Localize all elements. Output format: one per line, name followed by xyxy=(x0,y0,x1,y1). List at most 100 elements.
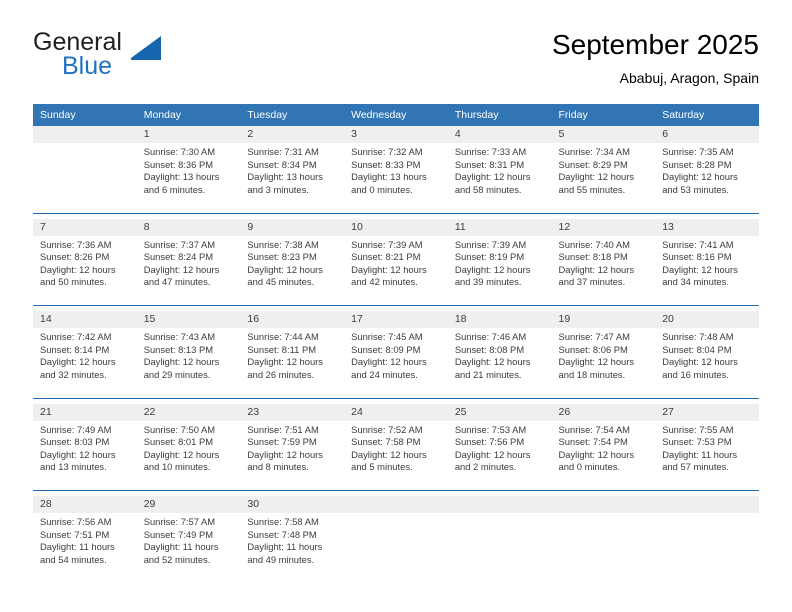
general-blue-logo[interactable]: General Blue xyxy=(33,28,253,88)
day-number[interactable]: 9 xyxy=(240,218,345,236)
day-number[interactable]: 23 xyxy=(240,403,345,421)
daylight-text-line1: Daylight: 13 hours xyxy=(351,171,427,183)
day-cell[interactable]: Sunrise: 7:52 AM Sunset: 7:58 PM Daylight:… xyxy=(344,420,448,491)
day-cell[interactable]: Sunrise: 7:33 AM Sunset: 8:31 PM Daylight:… xyxy=(447,143,552,213)
sunset-text: Sunset: 7:48 PM xyxy=(247,528,317,540)
day-number[interactable]: 3 xyxy=(344,126,448,143)
day-cell[interactable]: Sunrise: 7:51 AM Sunset: 7:59 PM Daylight:… xyxy=(240,420,345,491)
day-number[interactable]: 25 xyxy=(447,403,552,421)
day-cell[interactable]: Sunrise: 7:45 AM Sunset: 8:09 PM Daylight:… xyxy=(344,328,448,398)
day-number[interactable]: 18 xyxy=(447,311,552,328)
day-cell[interactable]: Sunrise: 7:40 AM Sunset: 8:18 PM Daylight:… xyxy=(551,235,656,306)
sunrise-text: Sunrise: 7:38 AM xyxy=(247,238,319,250)
sunrise-text: Sunrise: 7:39 AM xyxy=(351,238,423,250)
sunset-text: Sunset: 8:16 PM xyxy=(662,251,732,263)
day-number[interactable]: 21 xyxy=(33,403,137,421)
day-number[interactable]: 8 xyxy=(136,218,241,236)
day-cell[interactable]: Sunrise: 7:58 AM Sunset: 7:48 PM Daylight:… xyxy=(240,513,345,583)
day-cell[interactable]: Sunrise: 7:36 AM Sunset: 8:26 PM Daylight:… xyxy=(33,235,137,306)
day-number[interactable]: 28 xyxy=(33,496,137,513)
title-block: September 2025 Ababuj, Aragon, Spain xyxy=(552,28,759,88)
day-cell-empty xyxy=(655,513,759,583)
day-number[interactable]: 24 xyxy=(344,403,448,421)
day-number[interactable]: 19 xyxy=(551,311,656,328)
weekday-header-friday: Friday xyxy=(551,104,656,126)
sunset-text: Sunset: 8:08 PM xyxy=(454,343,525,355)
day-cell[interactable]: Sunrise: 7:50 AM Sunset: 8:01 PM Daylight:… xyxy=(136,420,241,491)
day-cell[interactable]: Sunrise: 7:49 AM Sunset: 8:03 PM Daylight:… xyxy=(33,420,137,491)
day-cell[interactable]: Sunrise: 7:41 AM Sunset: 8:16 PM Daylight:… xyxy=(655,235,759,306)
day-cell[interactable]: Sunrise: 7:31 AM Sunset: 8:34 PM Daylight:… xyxy=(240,143,345,213)
day-cell[interactable]: Sunrise: 7:39 AM Sunset: 8:21 PM Daylight:… xyxy=(344,235,448,306)
daylight-text-line2: and 57 minutes. xyxy=(662,461,729,473)
day-cell[interactable]: Sunrise: 7:47 AM Sunset: 8:06 PM Daylight:… xyxy=(551,328,656,398)
day-number[interactable]: 29 xyxy=(136,496,241,513)
day-cell[interactable]: Sunrise: 7:43 AM Sunset: 8:13 PM Daylight:… xyxy=(136,328,241,398)
day-cell[interactable]: Sunrise: 7:53 AM Sunset: 7:56 PM Daylight:… xyxy=(447,420,552,491)
sunset-text: Sunset: 8:26 PM xyxy=(40,251,110,263)
day-cell-empty xyxy=(551,513,656,583)
daylight-text-line1: Daylight: 12 hours xyxy=(351,356,427,368)
daylight-text-line1: Daylight: 13 hours xyxy=(143,171,220,183)
weekday-header-thursday: Thursday xyxy=(447,104,552,126)
day-number[interactable]: 2 xyxy=(240,126,345,143)
day-number[interactable]: 17 xyxy=(344,311,448,328)
day-cell[interactable]: Sunrise: 7:32 AM Sunset: 8:33 PM Daylight:… xyxy=(344,143,448,213)
sunset-text: Sunset: 8:31 PM xyxy=(454,158,525,170)
day-cell[interactable]: Sunrise: 7:57 AM Sunset: 7:49 PM Daylight:… xyxy=(136,513,241,583)
day-cell[interactable]: Sunrise: 7:55 AM Sunset: 7:53 PM Daylight:… xyxy=(655,420,759,491)
day-number[interactable]: 5 xyxy=(551,126,656,143)
day-cell[interactable]: Sunrise: 7:46 AM Sunset: 8:08 PM Daylight:… xyxy=(447,328,552,398)
day-number[interactable]: 20 xyxy=(655,311,759,328)
sunset-text: Sunset: 8:11 PM xyxy=(247,343,317,355)
day-number-row: 21 22 23 24 25 26 27 xyxy=(33,403,759,421)
sunset-text: Sunset: 8:03 PM xyxy=(40,436,110,448)
day-cell[interactable]: Sunrise: 7:44 AM Sunset: 8:11 PM Daylight:… xyxy=(240,328,345,398)
daylight-text-line1: Daylight: 12 hours xyxy=(351,263,427,275)
day-cell[interactable]: Sunrise: 7:30 AM Sunset: 8:36 PM Daylight:… xyxy=(136,143,241,213)
sunrise-text: Sunrise: 7:57 AM xyxy=(143,516,216,527)
day-number[interactable]: 11 xyxy=(447,218,552,236)
day-number[interactable]: 30 xyxy=(240,496,345,513)
day-cell-empty xyxy=(33,143,137,213)
day-number[interactable]: 22 xyxy=(136,403,241,421)
day-cell[interactable]: Sunrise: 7:37 AM Sunset: 8:24 PM Daylight:… xyxy=(136,235,241,306)
sunrise-text: Sunrise: 7:53 AM xyxy=(454,423,527,435)
daylight-text-line1: Daylight: 12 hours xyxy=(558,263,635,275)
daylight-text-line2: and 0 minutes. xyxy=(558,461,621,473)
day-cell[interactable]: Sunrise: 7:38 AM Sunset: 8:23 PM Daylight:… xyxy=(240,235,345,306)
day-number[interactable]: 4 xyxy=(447,126,552,143)
daylight-text-line1: Daylight: 12 hours xyxy=(454,171,531,183)
day-cell-empty xyxy=(447,513,552,583)
sunset-text: Sunset: 7:54 PM xyxy=(558,436,628,448)
daylight-text-line1: Daylight: 12 hours xyxy=(247,356,323,368)
sunrise-text: Sunrise: 7:54 AM xyxy=(558,423,630,435)
sunset-text: Sunset: 7:51 PM xyxy=(40,528,110,540)
daylight-text-line2: and 5 minutes. xyxy=(351,461,413,473)
day-cell[interactable]: Sunrise: 7:56 AM Sunset: 7:51 PM Daylight:… xyxy=(33,513,137,583)
day-number[interactable]: 16 xyxy=(240,311,345,328)
day-number[interactable]: 6 xyxy=(655,126,759,143)
sunset-text: Sunset: 8:14 PM xyxy=(40,343,110,355)
daylight-text-line2: and 6 minutes. xyxy=(143,183,206,195)
daylight-text-line2: and 26 minutes. xyxy=(247,368,315,380)
day-number[interactable]: 15 xyxy=(136,311,241,328)
sunset-text: Sunset: 8:28 PM xyxy=(662,158,732,170)
day-cell[interactable]: Sunrise: 7:34 AM Sunset: 8:29 PM Daylight:… xyxy=(551,143,656,213)
day-cell[interactable]: Sunrise: 7:42 AM Sunset: 8:14 PM Daylight:… xyxy=(33,328,137,398)
sunrise-text: Sunrise: 7:42 AM xyxy=(40,331,112,342)
day-number[interactable]: 10 xyxy=(344,218,448,236)
day-number[interactable]: 13 xyxy=(655,218,759,236)
day-number[interactable]: 1 xyxy=(136,126,241,143)
day-cell[interactable]: Sunrise: 7:39 AM Sunset: 8:19 PM Daylight:… xyxy=(447,235,552,306)
day-cell[interactable]: Sunrise: 7:54 AM Sunset: 7:54 PM Daylight:… xyxy=(551,420,656,491)
day-cell[interactable]: Sunrise: 7:35 AM Sunset: 8:28 PM Daylight:… xyxy=(655,143,759,213)
day-number[interactable]: 26 xyxy=(551,403,656,421)
day-number[interactable]: 14 xyxy=(33,311,137,328)
day-number[interactable]: 12 xyxy=(551,218,656,236)
daylight-text-line2: and 49 minutes. xyxy=(247,553,315,565)
daylight-text-line2: and 18 minutes. xyxy=(558,368,626,380)
day-cell[interactable]: Sunrise: 7:48 AM Sunset: 8:04 PM Daylight:… xyxy=(655,328,759,398)
day-number[interactable]: 7 xyxy=(33,218,137,236)
day-number[interactable]: 27 xyxy=(655,403,759,421)
